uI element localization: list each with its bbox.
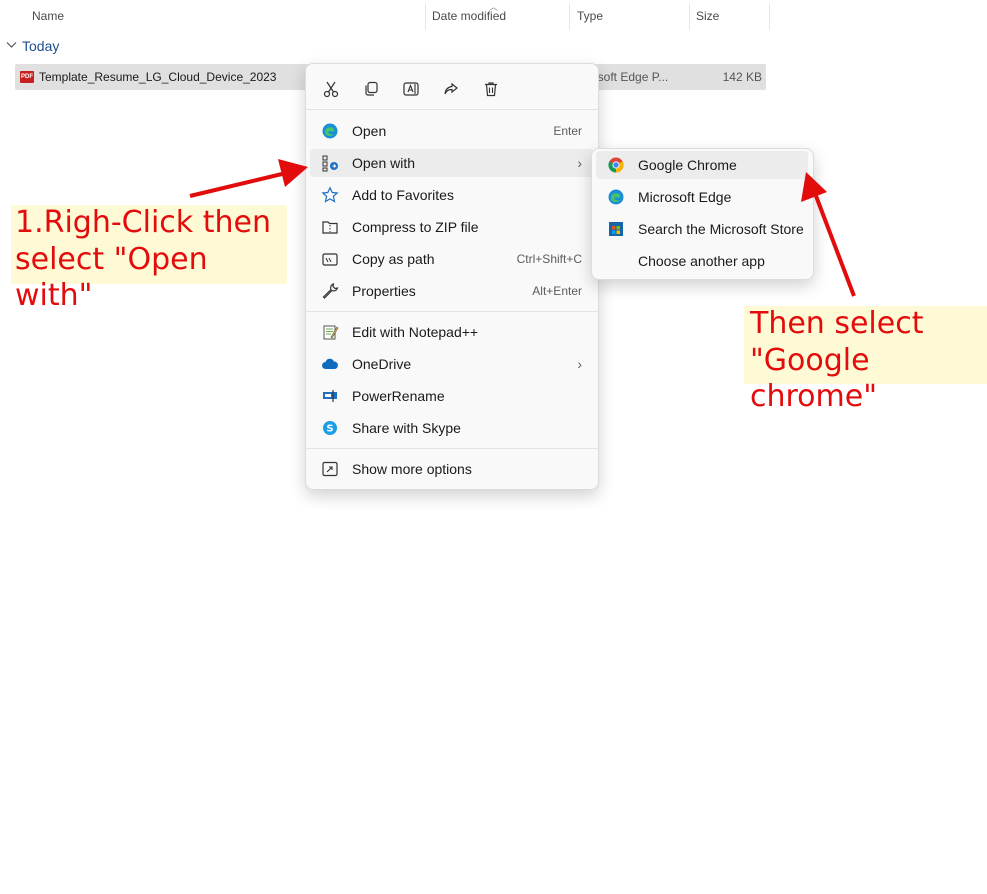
menu-item-label: Edit with Notepad++ — [352, 324, 479, 340]
shortcut-text: Ctrl+Shift+C — [516, 252, 582, 266]
powerrename-icon — [320, 386, 340, 406]
chevron-right-icon: › — [577, 155, 582, 171]
menu-item-copy-as-path[interactable]: Copy as path Ctrl+Shift+C — [310, 245, 594, 273]
group-label: Today — [22, 38, 60, 54]
column-divider[interactable] — [769, 4, 770, 30]
context-menu: Open Enter Open with › Add to Favorites … — [305, 63, 599, 490]
menu-item-add-to-favorites[interactable]: Add to Favorites — [310, 181, 594, 209]
file-type: rosoft Edge P... — [587, 70, 669, 84]
column-date-modified[interactable]: Date modified — [432, 9, 506, 23]
menu-item-label: Show more options — [352, 461, 472, 477]
store-icon — [606, 219, 626, 239]
menu-item-label: Open — [352, 123, 387, 139]
annotation-note-step2: Then select "Google chrome" — [744, 306, 987, 414]
menu-item-powerrename[interactable]: PowerRename — [310, 382, 594, 410]
annotation-line: "Google chrome" — [750, 342, 878, 415]
menu-item-share-skype[interactable]: S Share with Skype — [310, 414, 594, 442]
menu-item-label: OneDrive — [352, 356, 412, 372]
column-type[interactable]: Type — [577, 9, 603, 23]
annotation-line: select "Open with" — [15, 241, 208, 314]
quick-actions-bar — [316, 76, 506, 102]
arrow-to-open-with-icon — [189, 159, 308, 198]
cloud-icon — [320, 354, 340, 374]
menu-item-label: Google Chrome — [638, 157, 737, 173]
menu-item-compress-zip[interactable]: Compress to ZIP file — [310, 213, 594, 241]
menu-item-open[interactable]: Open Enter — [310, 117, 594, 145]
more-options-icon — [320, 459, 340, 479]
menu-item-label: Search the Microsoft Store — [638, 221, 804, 237]
column-divider[interactable] — [425, 4, 426, 30]
menu-item-onedrive[interactable]: OneDrive › — [310, 350, 594, 378]
svg-text:S: S — [326, 424, 333, 435]
annotation-line: 1.Righ-Click then — [15, 205, 271, 240]
chevron-right-icon: › — [577, 356, 582, 372]
menu-item-label: Choose another app — [638, 253, 765, 269]
annotation-note-step1: 1.Righ-Click then select "Open with" — [11, 205, 287, 313]
group-header-today[interactable]: Today — [6, 38, 59, 54]
wrench-icon — [320, 281, 340, 301]
column-size[interactable]: Size — [696, 9, 719, 23]
pdf-file-icon: PDF — [20, 71, 34, 83]
menu-item-open-with[interactable]: Open with › — [310, 149, 594, 177]
delete-button[interactable] — [476, 76, 506, 102]
menu-divider — [306, 311, 598, 312]
menu-item-show-more-options[interactable]: Show more options — [310, 455, 594, 483]
annotation-line: Then select — [750, 306, 924, 341]
shortcut-text: Enter — [553, 124, 582, 138]
submenu-item-google-chrome[interactable]: Google Chrome — [596, 151, 808, 179]
menu-divider — [306, 448, 598, 449]
menu-divider — [306, 109, 598, 110]
file-name: Template_Resume_LG_Cloud_Device_2023 — [39, 70, 277, 84]
file-size: 142 KB — [722, 70, 762, 84]
open-with-submenu: Google Chrome Microsoft Edge Search the … — [591, 148, 814, 280]
edge-icon — [320, 121, 340, 141]
submenu-item-microsoft-edge[interactable]: Microsoft Edge — [596, 183, 808, 211]
column-header: Name ︿ Date modified Type Size — [0, 0, 770, 34]
menu-item-label: PowerRename — [352, 388, 445, 404]
menu-item-label: Copy as path — [352, 251, 435, 267]
open-with-icon — [320, 153, 340, 173]
blank-icon — [606, 251, 626, 271]
menu-item-properties[interactable]: Properties Alt+Enter — [310, 277, 594, 305]
chevron-down-icon — [6, 40, 18, 52]
edge-icon — [606, 187, 626, 207]
column-name[interactable]: Name — [32, 9, 64, 23]
menu-item-label: Add to Favorites — [352, 187, 454, 203]
rename-button[interactable] — [396, 76, 426, 102]
column-divider[interactable] — [569, 4, 570, 30]
menu-item-label: Open with — [352, 155, 416, 171]
rename-icon — [403, 82, 419, 96]
share-button[interactable] — [436, 76, 466, 102]
shortcut-text: Alt+Enter — [532, 284, 582, 298]
share-icon — [444, 82, 458, 95]
skype-icon: S — [320, 418, 340, 438]
menu-item-label: Properties — [352, 283, 416, 299]
copy-button[interactable] — [356, 76, 386, 102]
menu-item-label: Compress to ZIP file — [352, 219, 479, 235]
copy-path-icon — [320, 249, 340, 269]
menu-item-edit-notepad[interactable]: Edit with Notepad++ — [310, 318, 594, 346]
cut-button[interactable] — [316, 76, 346, 102]
column-divider[interactable] — [689, 4, 690, 30]
copy-icon — [365, 81, 378, 96]
zip-icon — [320, 217, 340, 237]
cut-icon — [323, 81, 339, 98]
menu-item-label: Microsoft Edge — [638, 189, 732, 205]
notepad-icon — [320, 322, 340, 342]
menu-item-label: Share with Skype — [352, 420, 461, 436]
chrome-icon — [606, 155, 626, 175]
delete-icon — [485, 82, 497, 97]
submenu-item-choose-another-app[interactable]: Choose another app — [596, 247, 808, 275]
star-icon — [320, 185, 340, 205]
submenu-item-microsoft-store[interactable]: Search the Microsoft Store — [596, 215, 808, 243]
